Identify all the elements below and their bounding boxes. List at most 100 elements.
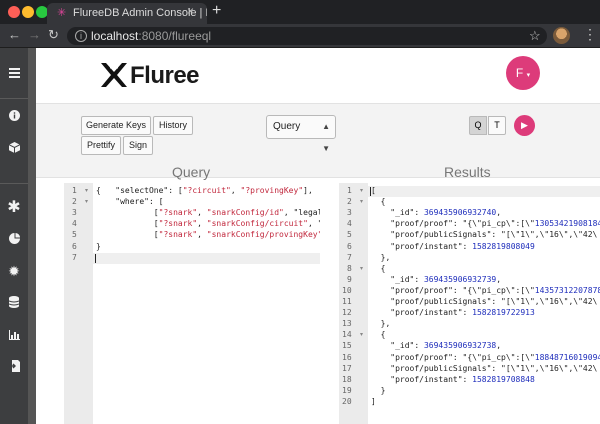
code-line: "proof/instant": 1582819722913 xyxy=(371,308,535,318)
sidebar: ✱ ✹ xyxy=(0,48,28,424)
gear-icon[interactable]: ✹ xyxy=(0,259,28,283)
menu-icon[interactable] xyxy=(0,62,28,86)
pie-chart-icon[interactable] xyxy=(0,228,28,252)
text-cursor xyxy=(95,253,96,263)
bar-chart-icon[interactable] xyxy=(0,324,28,348)
code-line: "proof/publicSignals": "[\"1\",\"16\",\"… xyxy=(371,297,598,306)
url-input[interactable]: i localhost:8080/flureeql xyxy=(67,27,547,45)
close-window-button[interactable] xyxy=(8,6,20,18)
code-line: "_id": 369435906932739, xyxy=(371,274,502,284)
back-arrow-icon[interactable]: ← xyxy=(8,27,21,42)
query-type-select[interactable]: Query ▲ ▼ xyxy=(266,115,336,153)
select-arrows-icon: ▲ ▼ xyxy=(322,122,330,153)
line-number: 17 xyxy=(342,363,352,373)
code-line: } xyxy=(96,241,101,251)
url-path: :8080/flureeql xyxy=(138,29,212,43)
line-number: 5 xyxy=(72,230,77,240)
line-number: 8 xyxy=(347,263,352,273)
new-tab-button[interactable]: + xyxy=(212,2,221,20)
fold-toggle-icon[interactable]: ▾ xyxy=(360,265,363,272)
code-line: ["?snark", "snarkConfig/id", "legalFi xyxy=(96,208,320,218)
code-line: "_id": 369435906932738, xyxy=(371,341,502,351)
code-line: }, xyxy=(371,319,391,329)
code-line: { xyxy=(371,263,386,273)
code-line: [ xyxy=(371,186,376,195)
fluree-favicon-icon: ✳ xyxy=(57,7,67,19)
sidebar-divider xyxy=(0,98,28,99)
code-line: "proof/instant": 1582819708848 xyxy=(371,374,535,384)
generate-keys-button[interactable]: Generate Keys xyxy=(81,116,151,135)
main-content: Fluree F ▾ Generate Keys History Prettif… xyxy=(36,48,600,424)
fold-toggle-icon[interactable]: ▾ xyxy=(85,187,88,194)
line-number: 2 xyxy=(72,197,77,207)
code-line: "proof/instant": 1582819808049 xyxy=(371,241,535,251)
prettify-button[interactable]: Prettify xyxy=(81,136,121,155)
browser-menu-icon[interactable]: ⋮ xyxy=(583,26,597,43)
query-type-value: Query xyxy=(273,121,301,132)
line-number: 15 xyxy=(342,341,352,351)
line-number: 19 xyxy=(342,385,352,395)
code-line: ] xyxy=(371,396,376,406)
code-line: "proof/publicSignals": "[\"1\",\"16\",\"… xyxy=(371,363,598,373)
database-icon[interactable] xyxy=(0,292,28,316)
line-number: 10 xyxy=(342,285,352,295)
line-number: 7 xyxy=(347,252,352,262)
transact-mode-toggle[interactable]: T xyxy=(488,116,506,135)
site-info-icon[interactable]: i xyxy=(75,30,87,42)
line-number: 3 xyxy=(347,208,352,218)
sign-button[interactable]: Sign xyxy=(123,136,153,155)
line-number: 11 xyxy=(342,297,352,306)
code-line: { xyxy=(371,197,386,207)
history-button[interactable]: History xyxy=(153,116,193,135)
line-number: 3 xyxy=(72,208,77,218)
info-icon[interactable] xyxy=(0,105,28,129)
line-number: 6 xyxy=(347,241,352,251)
line-number: 14 xyxy=(342,330,352,340)
sidebar-divider xyxy=(0,183,28,184)
results-pane-title: Results xyxy=(444,164,491,180)
reload-icon[interactable]: ↻ xyxy=(48,27,59,43)
import-icon[interactable] xyxy=(0,356,28,380)
fold-toggle-icon[interactable]: ▾ xyxy=(360,187,363,194)
fold-toggle-icon[interactable]: ▾ xyxy=(85,198,88,205)
code-line: "where": [ xyxy=(96,197,164,207)
line-number: 18 xyxy=(342,374,352,384)
line-number: 12 xyxy=(342,308,352,318)
line-number: 4 xyxy=(72,219,77,229)
minimize-window-button[interactable] xyxy=(22,6,34,18)
results-editor[interactable]: 1 ▾ [2 ▾ {3 "_id": 369435906932740, 4 "proof… xyxy=(339,183,600,424)
fold-toggle-icon[interactable]: ▾ xyxy=(360,198,363,205)
line-number: 5 xyxy=(347,230,352,240)
code-line: "proof/publicSignals": "[\"1\",\"16\",\"… xyxy=(371,230,598,240)
code-line: { "selectOne": ["?circuit", "?provingKey… xyxy=(96,186,313,195)
code-line: { xyxy=(371,330,386,340)
cube-icon[interactable] xyxy=(0,137,28,161)
query-editor[interactable]: 1 ▾ { "selectOne": ["?circuit", "?provingK… xyxy=(64,183,320,424)
query-pane-title: Query xyxy=(172,164,211,180)
url-host: localhost xyxy=(91,29,139,43)
line-number: 13 xyxy=(342,319,352,329)
address-bar-row: ← → ↻ i localhost:8080/flureeql xyxy=(0,24,600,48)
fold-toggle-icon[interactable]: ▾ xyxy=(360,331,363,338)
line-number: 6 xyxy=(72,241,77,251)
sidebar-gutter xyxy=(28,48,36,424)
forward-arrow-icon[interactable]: → xyxy=(28,27,41,42)
chevron-down-icon: ▾ xyxy=(526,72,531,79)
line-number: 1 xyxy=(72,186,77,195)
code-line: "proof/proof": "{\"pi_cp\":[\"1884871601… xyxy=(371,352,600,362)
query-mode-toggle[interactable]: Q xyxy=(469,116,487,135)
code-line: "_id": 369435906932740, xyxy=(371,208,502,218)
bookmark-star-icon[interactable]: ☆ xyxy=(529,28,541,44)
line-number: 2 xyxy=(347,197,352,207)
active-line-highlight xyxy=(368,186,600,197)
code-line: } xyxy=(371,385,386,395)
avatar-letter: F xyxy=(515,66,524,80)
browser-tab[interactable]: ✳ FlureeDB Admin Console | Flure xyxy=(47,3,207,24)
line-number: 1 xyxy=(347,186,352,195)
profile-avatar[interactable] xyxy=(553,27,570,44)
run-button[interactable]: ▶ xyxy=(514,115,535,136)
user-avatar-button[interactable]: F ▾ xyxy=(506,56,540,90)
code-line: "proof/proof": "{\"pi_cp\":[\"1435731220… xyxy=(371,285,600,295)
tab-close-icon[interactable]: × xyxy=(187,4,194,18)
asterisk-icon[interactable]: ✱ xyxy=(0,196,28,220)
